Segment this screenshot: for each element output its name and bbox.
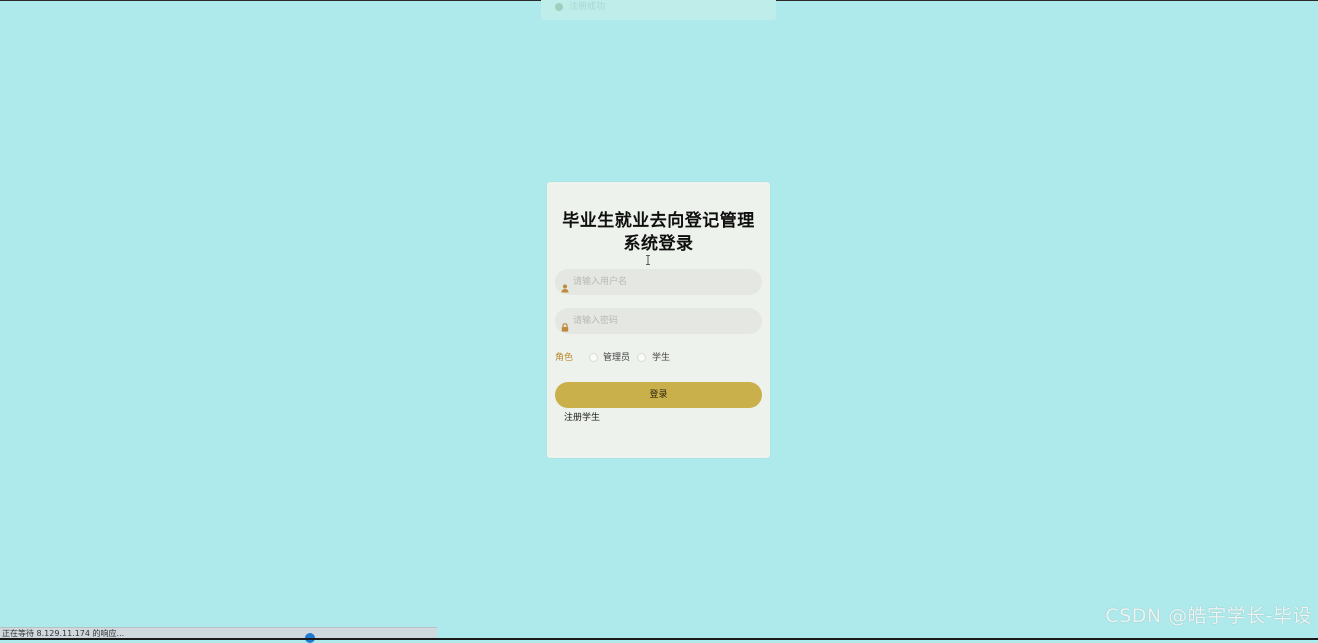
user-icon (561, 278, 569, 293)
login-title-line-1: 毕业生就业去向登记管理 (562, 211, 755, 231)
toast-notification: 注册成功 (541, 0, 776, 20)
csdn-watermark: CSDN @皓宇学长-毕设 (1105, 605, 1312, 627)
login-button[interactable]: 登录 (555, 382, 762, 408)
username-input[interactable] (573, 269, 753, 295)
role-admin-label[interactable]: 管理员 (603, 351, 630, 365)
role-label: 角色 (555, 353, 574, 363)
role-admin-radio[interactable] (589, 353, 598, 362)
password-input[interactable] (573, 308, 753, 334)
password-field[interactable] (555, 308, 762, 334)
role-student-radio[interactable] (637, 353, 646, 362)
role-selector: 角色 管理员 学生 (555, 351, 762, 365)
username-field[interactable] (555, 269, 762, 295)
login-title: 毕业生就业去向登记管理 系统登录 (547, 210, 770, 256)
toast-message: 注册成功 (569, 2, 606, 12)
check-circle-icon (555, 3, 563, 11)
login-title-line-2: 系统登录 (623, 234, 694, 254)
role-student-label[interactable]: 学生 (652, 351, 670, 365)
register-student-link[interactable]: 注册学生 (564, 412, 600, 424)
text-cursor-icon (646, 250, 650, 265)
lock-icon (561, 317, 569, 332)
login-card: 毕业生就业去向登记管理 系统登录 角色 管理员 学生 登录 注册学生 (547, 182, 770, 458)
